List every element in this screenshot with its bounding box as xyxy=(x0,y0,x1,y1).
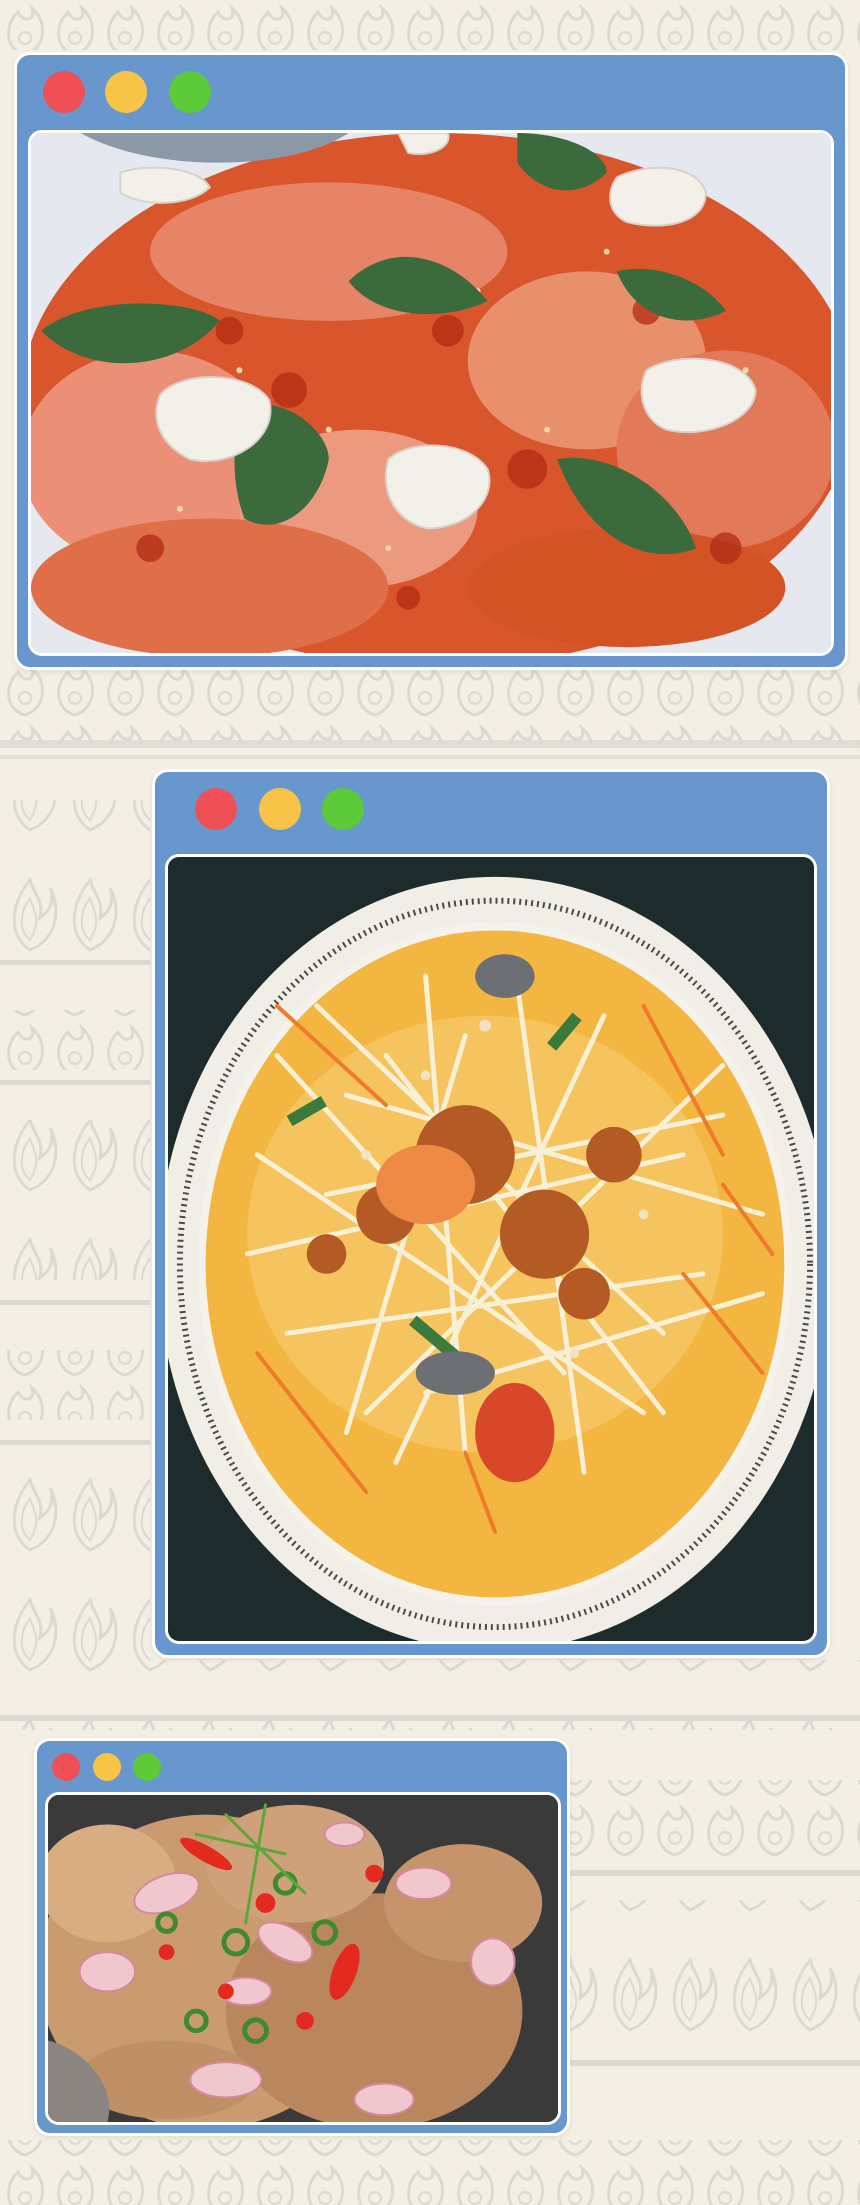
salmon-spicy-salad-photo xyxy=(28,130,834,656)
photo-window-1 xyxy=(14,52,848,670)
maximize-dot-icon[interactable] xyxy=(133,1753,161,1781)
minimize-dot-icon[interactable] xyxy=(105,71,147,113)
photo-window-2 xyxy=(152,769,830,1658)
close-dot-icon[interactable] xyxy=(43,71,85,113)
chili-onion-stirfry-photo xyxy=(45,1792,561,2125)
close-dot-icon[interactable] xyxy=(52,1753,80,1781)
papaya-salad-photo xyxy=(165,854,817,1644)
photo-window-3 xyxy=(34,1738,570,2136)
maximize-dot-icon[interactable] xyxy=(322,788,364,830)
maximize-dot-icon[interactable] xyxy=(169,71,211,113)
close-dot-icon[interactable] xyxy=(195,788,237,830)
minimize-dot-icon[interactable] xyxy=(259,788,301,830)
minimize-dot-icon[interactable] xyxy=(93,1753,121,1781)
